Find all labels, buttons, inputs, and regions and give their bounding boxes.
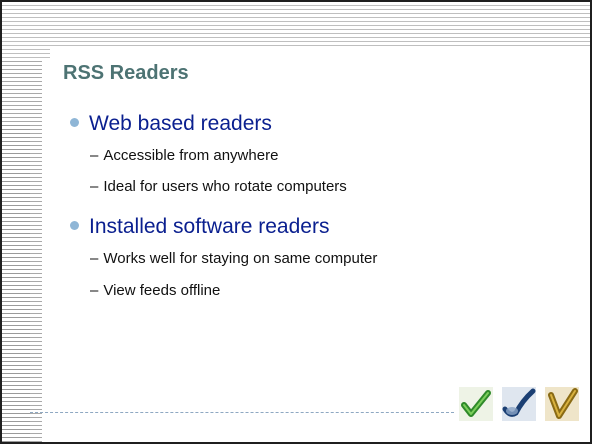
slide-title: RSS Readers	[63, 62, 189, 84]
slide: RSS Readers Web based readers – Accessibl…	[0, 0, 592, 444]
subbullet-ideal-for-users: – Ideal for users who rotate computers	[90, 178, 347, 195]
subbullet-text: View feeds offline	[103, 282, 221, 299]
dash: –	[90, 178, 99, 195]
bullet-installed-software-readers: Installed software readers	[70, 215, 329, 239]
subbullet-text: Accessible from anywhere	[103, 147, 279, 164]
subbullet-works-well: – Works well for staying on same computer	[90, 250, 377, 267]
bullet-dot-icon	[70, 117, 79, 127]
bullet-web-based-readers: Web based readers	[70, 112, 272, 136]
footer-rule	[30, 412, 454, 413]
subbullet-text: Ideal for users who rotate computers	[103, 178, 347, 195]
subbullet-accessible: – Accessible from anywhere	[90, 147, 278, 164]
dash: –	[90, 250, 99, 267]
subbullet-view-feeds-offline: – View feeds offline	[90, 282, 220, 299]
bullet-text: Installed software readers	[89, 215, 330, 238]
blue-checkmark-icon	[502, 387, 536, 421]
bullet-dot-icon	[70, 220, 79, 230]
bullet-text: Web based readers	[89, 112, 272, 135]
left-stripes-lower	[2, 122, 30, 442]
gold-checkmark-icon	[545, 387, 579, 421]
green-checkmark-icon	[459, 387, 493, 421]
dash: –	[90, 147, 99, 164]
dash: –	[90, 282, 99, 299]
subbullet-text: Works well for staying on same computer	[103, 250, 378, 267]
